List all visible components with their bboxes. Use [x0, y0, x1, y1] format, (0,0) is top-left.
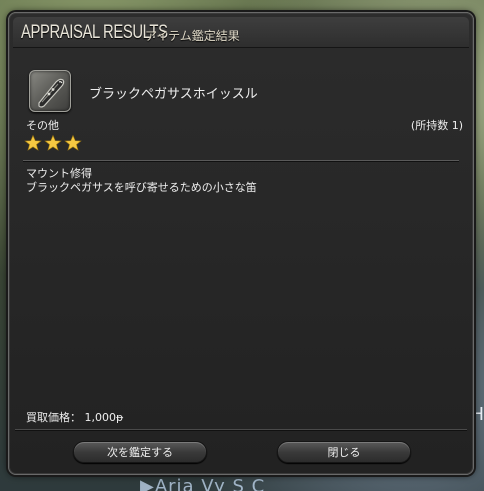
owned-count: (所持数 1) [410, 119, 463, 132]
sell-price: 買取価格： 1,000ᵽ [26, 411, 124, 424]
effect-description: ブラックペガサスを呼び寄せるための小さな笛 [26, 181, 257, 194]
game-scene: ▶Aria Vy S C H APPRAISAL RESULTS アイテム鑑定結… [0, 0, 484, 491]
window-subtitle: アイテム鑑定結果 [145, 29, 240, 43]
whistle-icon[interactable] [29, 70, 71, 112]
footer-divider [15, 429, 467, 430]
star-icon [64, 134, 82, 151]
window-titlebar[interactable]: APPRAISAL RESULTS アイテム鑑定結果 [13, 17, 469, 48]
section-divider [23, 160, 459, 161]
rarity-stars [24, 134, 82, 152]
star-icon [44, 134, 62, 151]
star-icon [24, 134, 42, 151]
close-button[interactable]: 閉じる [277, 441, 411, 463]
appraise-next-button[interactable]: 次を鑑定する [73, 441, 207, 463]
background-nameplate: ▶Aria Vy S C [140, 476, 266, 491]
appraisal-results-window: APPRAISAL RESULTS アイテム鑑定結果 ブラックペガサスホイッスル… [8, 12, 474, 475]
item-category: その他 [26, 119, 59, 132]
item-name: ブラックペガサスホイッスル [89, 87, 258, 102]
